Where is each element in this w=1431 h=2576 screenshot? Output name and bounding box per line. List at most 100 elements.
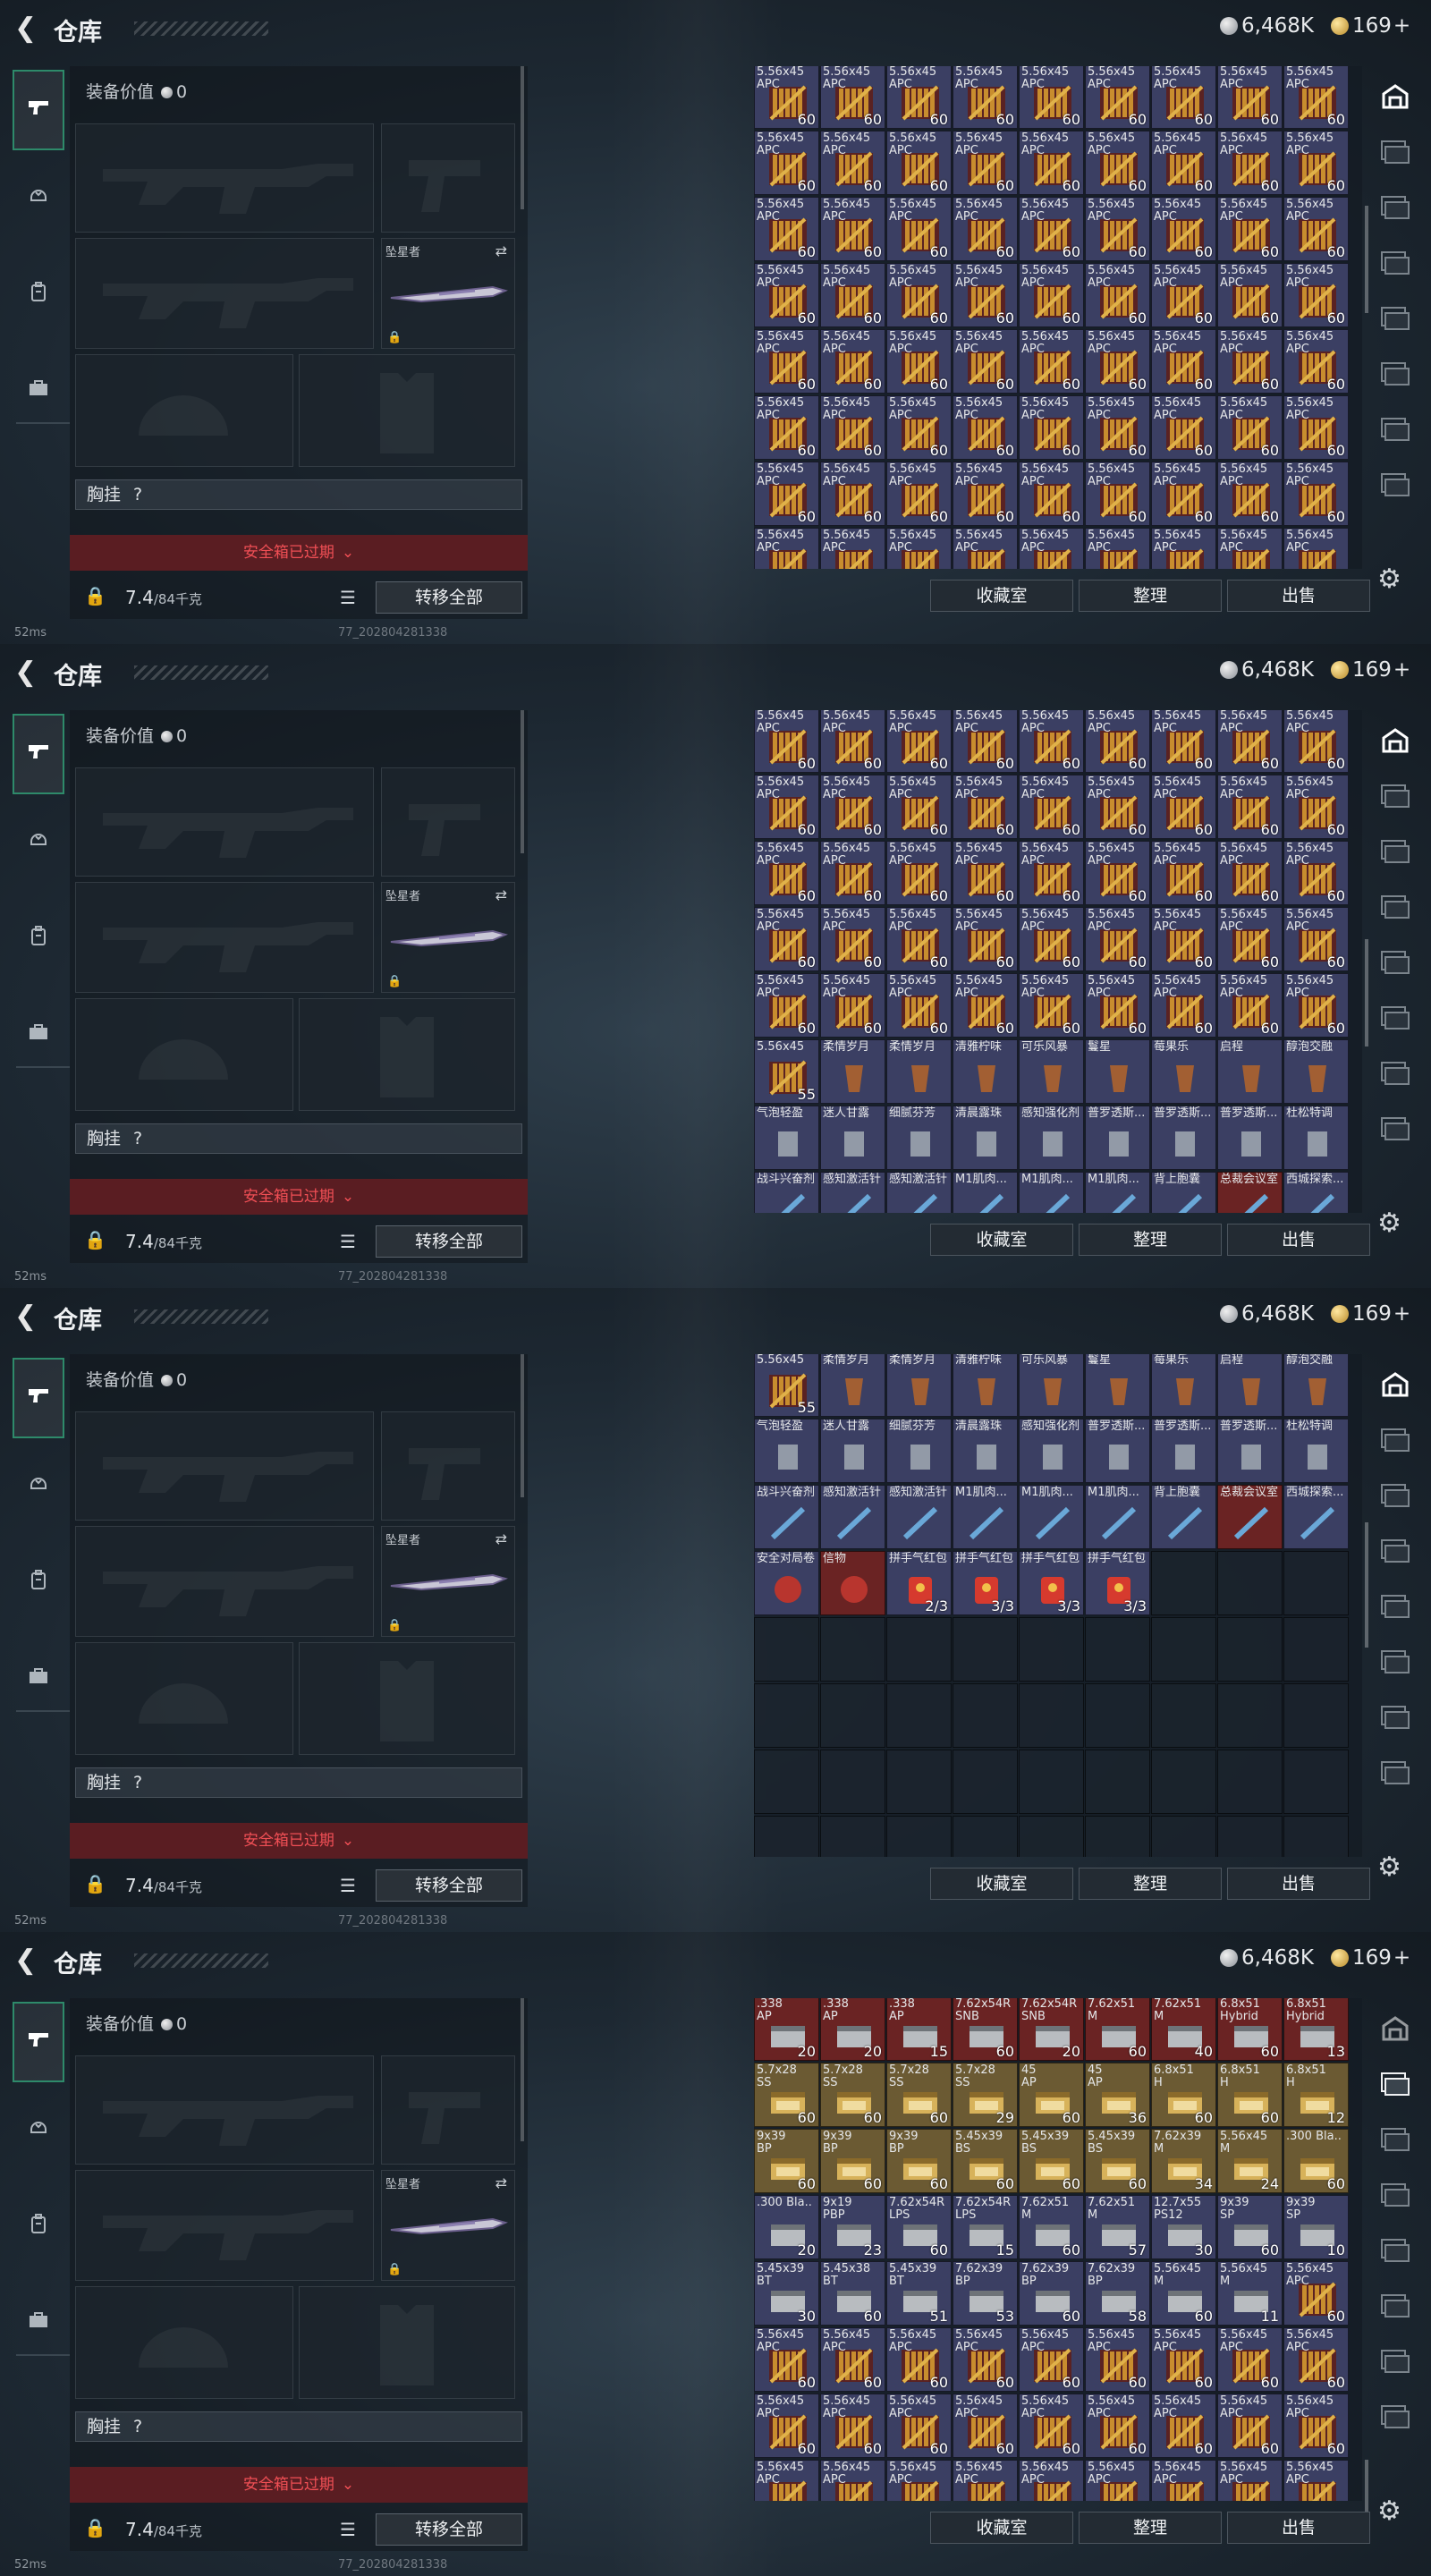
rail-cabinet-icon-3[interactable] xyxy=(1372,882,1418,936)
secondary-weapon-slot[interactable] xyxy=(75,882,374,993)
inventory-item[interactable]: 5.56x45APC60 xyxy=(1085,2327,1150,2392)
inventory-item[interactable]: 5.56x45APC60 xyxy=(1151,395,1216,460)
list-icon[interactable]: ☰ xyxy=(340,2519,356,2540)
inventory-item[interactable]: M1肌肉... xyxy=(953,1172,1018,1213)
transfer-all-button[interactable]: 转移全部 xyxy=(376,1225,522,1258)
grid-scrollbar[interactable] xyxy=(1365,939,1368,1046)
inventory-item[interactable]: 9x39 BP 60 xyxy=(886,2129,952,2193)
inventory-item[interactable]: 西城探索... xyxy=(1283,1172,1349,1213)
inventory-item[interactable]: 5.56x45APC60 xyxy=(1217,66,1283,129)
melee-slot[interactable]: 坠星者 ⇄ 🔒 xyxy=(381,238,515,349)
nav-backpack[interactable] xyxy=(13,263,64,326)
organize-button[interactable]: 整理 xyxy=(1079,580,1222,612)
nav-briefcase[interactable] xyxy=(13,360,64,422)
inventory-item[interactable]: 5.56x45APC60 xyxy=(754,973,819,1038)
inventory-item[interactable]: 5.56x45APC60 xyxy=(1085,66,1150,129)
inventory-item[interactable]: 清雅柠味 xyxy=(953,1354,1018,1417)
inventory-item[interactable]: 5.56x45APC60 xyxy=(754,197,819,261)
inventory-item[interactable]: 普罗透斯... xyxy=(1217,1419,1283,1483)
inventory-item[interactable]: 5.56x45APC60 xyxy=(886,907,952,971)
gold-add-plus[interactable]: + xyxy=(1393,658,1410,682)
inventory-item[interactable]: 45 AP 60 xyxy=(1019,2063,1084,2127)
inventory-item[interactable]: 5.56x45APC60 xyxy=(953,2460,1018,2501)
inventory-item[interactable]: 5.56x45APC60 xyxy=(1151,2394,1216,2458)
inventory-item[interactable]: .338 AP 20 xyxy=(820,1998,885,2061)
inventory-item[interactable]: 迷人甘露 xyxy=(820,1106,885,1170)
inventory-item[interactable]: 7.62x39 BP 53 xyxy=(953,2261,1018,2326)
collection-room-button[interactable]: 收藏室 xyxy=(930,1224,1073,1256)
rail-cabinet-icon-2[interactable] xyxy=(1372,826,1418,880)
inventory-item[interactable]: 启程 xyxy=(1217,1354,1283,1417)
gold-add-plus[interactable]: + xyxy=(1393,1302,1410,1326)
help-icon[interactable]: ? xyxy=(133,1773,142,1792)
collection-room-button[interactable]: 收藏室 xyxy=(930,2512,1073,2544)
settings-gear-icon[interactable]: ⚙ xyxy=(1377,1208,1401,1239)
inventory-item[interactable]: 5.56x45APC60 xyxy=(1085,528,1150,569)
inventory-item[interactable]: 6.8x51 H 60 xyxy=(1217,2063,1283,2127)
inventory-item[interactable]: 背上胞囊 xyxy=(1151,1485,1216,1549)
inventory-item[interactable]: 杜松特调 xyxy=(1283,1106,1349,1170)
nav-briefcase[interactable] xyxy=(13,1648,64,1710)
inventory-item[interactable]: 拼手气红包 3/3 xyxy=(1085,1551,1150,1615)
inventory-item[interactable]: 拼手气红包 3/3 xyxy=(953,1551,1018,1615)
inventory-item[interactable]: 5.56x45APC60 xyxy=(1019,2394,1084,2458)
inventory-item[interactable]: 7.62x39 BP 60 xyxy=(1019,2261,1084,2326)
inventory-item[interactable]: 5.56x45APC60 xyxy=(1151,710,1216,773)
inventory-item[interactable]: 5.56x45APC60 xyxy=(820,841,885,905)
inventory-item[interactable]: 7.62x51 M 60 xyxy=(1085,1998,1150,2061)
inventory-item[interactable]: 5.56x45APC60 xyxy=(953,197,1018,261)
rail-cabinet-icon-7[interactable] xyxy=(1372,2392,1418,2445)
inventory-item[interactable]: 5.56x45APC60 xyxy=(886,197,952,261)
inventory-item[interactable]: 感知激活针 xyxy=(820,1172,885,1213)
inventory-item[interactable]: 5.56x45APC60 xyxy=(1085,2394,1150,2458)
equipment-scrollbar[interactable] xyxy=(521,1354,524,1497)
inventory-item[interactable]: 5.56x45APC60 xyxy=(953,2394,1018,2458)
inventory-item[interactable]: 9x39 SP 60 xyxy=(1217,2195,1283,2259)
inventory-item[interactable]: 12.7x55 PS12 30 xyxy=(1151,2195,1216,2259)
collection-room-button[interactable]: 收藏室 xyxy=(930,1868,1073,1900)
rail-warehouse-icon[interactable] xyxy=(1372,1360,1418,1413)
inventory-item[interactable]: 6.8x51 H 60 xyxy=(1151,2063,1216,2127)
inventory-item[interactable]: 5.56x45APC60 xyxy=(1151,907,1216,971)
inventory-item[interactable]: 5.56x45APC60 xyxy=(1019,710,1084,773)
inventory-item[interactable]: 醇泡交融 xyxy=(1283,1354,1349,1417)
nav-gun[interactable] xyxy=(13,2002,64,2082)
inventory-item[interactable]: 细腻芬芳 xyxy=(886,1419,952,1483)
inventory-item[interactable]: 6.8x51 Hybrid 60 xyxy=(1217,1998,1283,2061)
swap-icon[interactable]: ⇄ xyxy=(495,242,507,259)
inventory-item[interactable]: 5.56x45APC60 xyxy=(1151,197,1216,261)
back-arrow-icon[interactable]: ❮ xyxy=(14,657,41,689)
rail-cabinet-icon-2[interactable] xyxy=(1372,182,1418,236)
inventory-item[interactable]: 5.56x45APC60 xyxy=(820,131,885,195)
inventory-item[interactable]: 5.56x45APC60 xyxy=(1085,197,1150,261)
inventory-item[interactable]: 5.56x45APC60 xyxy=(754,2327,819,2392)
inventory-item[interactable]: 莓果乐 xyxy=(1151,1039,1216,1104)
gold-add-plus[interactable]: + xyxy=(1393,14,1410,38)
inventory-item[interactable]: 5.56x45APC60 xyxy=(754,263,819,327)
collection-room-button[interactable]: 收藏室 xyxy=(930,580,1073,612)
inventory-item[interactable]: 感知强化剂 xyxy=(1019,1106,1084,1170)
inventory-item[interactable]: 普罗透斯... xyxy=(1085,1419,1150,1483)
inventory-item[interactable]: 5.56x45APC60 xyxy=(1217,973,1283,1038)
equipment-scrollbar[interactable] xyxy=(521,710,524,853)
safebox-expired-banner[interactable]: 安全箱已过期 ⌄ xyxy=(70,2467,528,2503)
rail-cabinet-icon-6[interactable] xyxy=(1372,1692,1418,1746)
inventory-item[interactable]: M1肌肉... xyxy=(953,1485,1018,1549)
inventory-item[interactable]: 5.56x45APC60 xyxy=(754,2460,819,2501)
inventory-item[interactable]: 5.45x38 BT 60 xyxy=(820,2261,885,2326)
inventory-item[interactable]: 普罗透斯... xyxy=(1151,1106,1216,1170)
inventory-item[interactable]: 5.56x45APC60 xyxy=(953,2327,1018,2392)
inventory-item[interactable]: 5.56x45APC60 xyxy=(754,2394,819,2458)
inventory-item[interactable]: 5.7x28 SS 29 xyxy=(953,2063,1018,2127)
gold-add-plus[interactable]: + xyxy=(1393,1946,1410,1970)
list-icon[interactable]: ☰ xyxy=(340,1231,356,1252)
inventory-item[interactable]: 5.56x45APC60 xyxy=(754,329,819,394)
inventory-item[interactable]: 5.56x45APC60 xyxy=(1085,263,1150,327)
inventory-item[interactable]: 7.62x54R LPS 60 xyxy=(886,2195,952,2259)
helmet-slot[interactable] xyxy=(75,2286,293,2399)
inventory-item[interactable]: 背上胞囊 xyxy=(1151,1172,1216,1213)
inventory-item[interactable]: 5.45x39 BT 51 xyxy=(886,2261,952,2326)
inventory-item[interactable]: 5.56x45APC60 xyxy=(886,2327,952,2392)
inventory-item[interactable]: 5.56x45APC60 xyxy=(1019,131,1084,195)
inventory-item[interactable]: 可乐风暴 xyxy=(1019,1039,1084,1104)
